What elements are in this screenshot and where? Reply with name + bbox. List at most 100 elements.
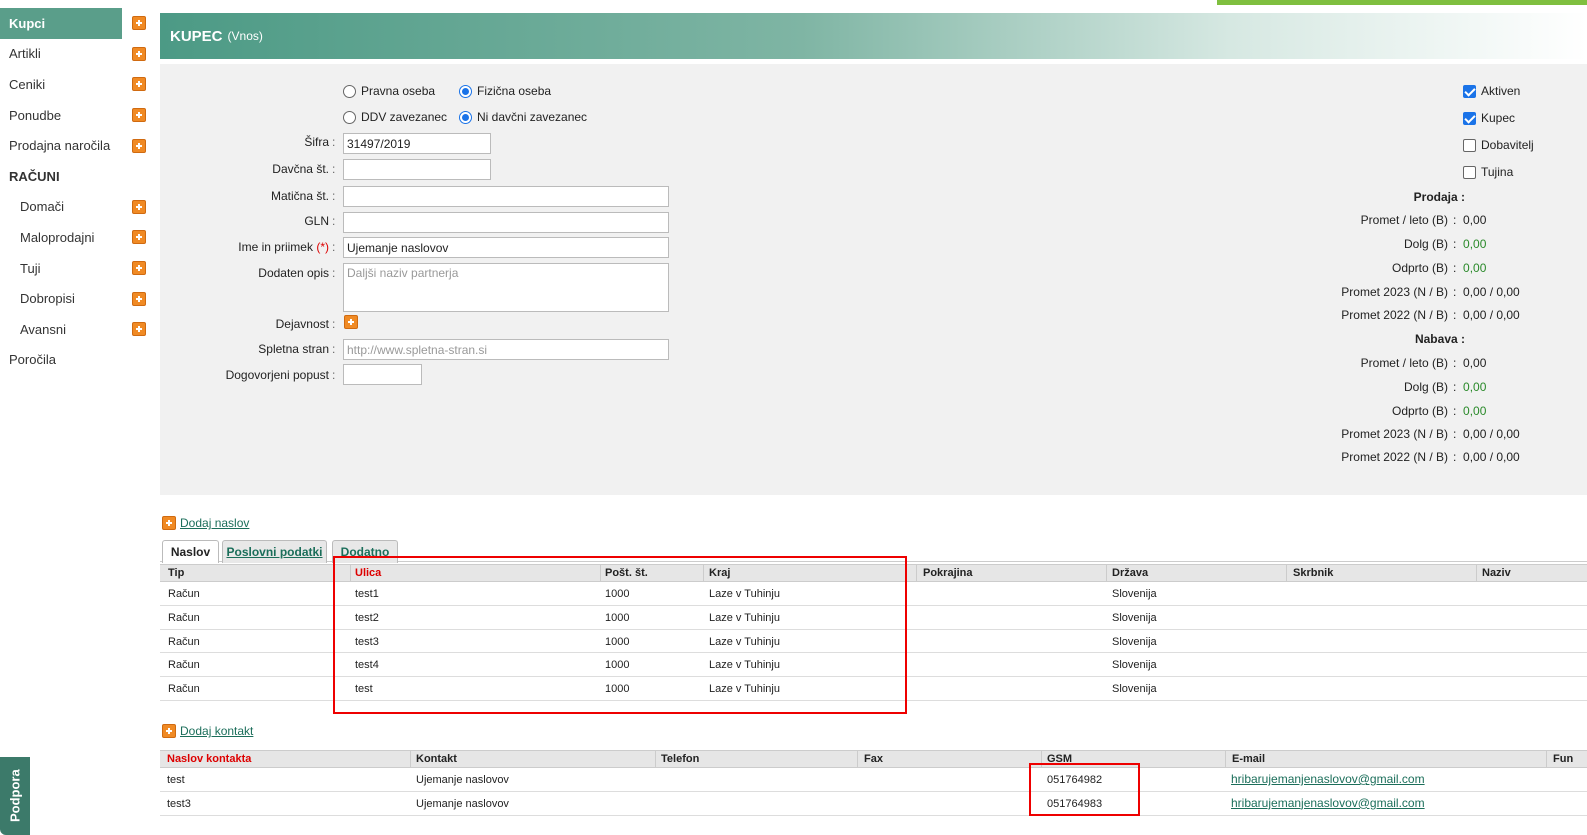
add-icon[interactable]: [132, 138, 146, 153]
sifra-input[interactable]: [343, 133, 491, 154]
column-header[interactable]: Država: [1112, 567, 1148, 579]
highlight-box-gsm: [1029, 763, 1140, 816]
add-address-action[interactable]: Dodaj naslov: [162, 516, 249, 530]
add-address-link[interactable]: Dodaj naslov: [180, 516, 249, 530]
stat-value-text: 0,00 / 0,00: [1463, 450, 1520, 464]
add-icon[interactable]: [162, 516, 176, 530]
add-activity-icon[interactable]: [344, 315, 358, 329]
checkbox-icon[interactable]: [1463, 111, 1476, 125]
table-row[interactable]: test3 Ujemanje naslovov 051764983 hribar…: [160, 792, 1587, 816]
sidebar-item-label: Avansni: [20, 321, 67, 337]
add-icon[interactable]: [132, 46, 146, 61]
add-icon[interactable]: [132, 230, 146, 245]
add-icon[interactable]: [132, 261, 146, 276]
add-icon[interactable]: [132, 16, 146, 31]
checkbox-icon[interactable]: [1463, 84, 1476, 98]
column-divider: [916, 565, 917, 581]
label-colon: :: [332, 317, 336, 331]
sidebar-item-kupci[interactable]: Kupci: [0, 8, 146, 39]
column-header[interactable]: Skrbnik: [1293, 567, 1333, 579]
sidebar-item-avansni[interactable]: Avansni: [0, 314, 152, 345]
sidebar-item-maloprodajni[interactable]: Maloprodajni: [0, 222, 152, 253]
opis-textarea[interactable]: [343, 263, 669, 312]
radio-non-vat-payer[interactable]: Ni davčni zavezanec: [459, 110, 587, 124]
sidebar-item-artikli[interactable]: Artikli: [0, 39, 152, 70]
column-header[interactable]: Naslov kontakta: [167, 753, 251, 765]
sidebar-item-porocila[interactable]: Poročila: [0, 345, 152, 376]
column-header[interactable]: Pokrajina: [923, 567, 973, 579]
sidebar-item-ponudbe[interactable]: Ponudbe: [0, 100, 152, 131]
column-header[interactable]: Fun: [1553, 753, 1573, 765]
popust-input[interactable]: [343, 364, 422, 385]
gln-label: GLN: [304, 214, 329, 228]
email-link[interactable]: hribarujemanjenaslovov@gmail.com: [1231, 772, 1425, 786]
cell-naslov-kontakta: test3: [167, 797, 191, 810]
ime-input[interactable]: [343, 237, 669, 258]
add-contact-link[interactable]: Dodaj kontakt: [180, 724, 253, 738]
sidebar-item-dobropisi[interactable]: Dobropisi: [0, 283, 152, 314]
column-header[interactable]: Kontakt: [416, 753, 457, 765]
radio-legal-person[interactable]: Pravna oseba: [343, 84, 435, 98]
radio-icon[interactable]: [459, 84, 472, 98]
checkbox-label: Dobavitelj: [1481, 138, 1534, 152]
stat-value-text: 0,00: [1463, 356, 1487, 370]
radio-label: DDV zavezanec: [361, 110, 448, 124]
column-header[interactable]: E-mail: [1232, 753, 1265, 765]
radio-vat-payer[interactable]: DDV zavezanec: [343, 110, 447, 124]
add-icon[interactable]: [132, 322, 146, 337]
column-divider: [1106, 565, 1107, 581]
checkbox-icon[interactable]: [1463, 165, 1476, 179]
add-icon[interactable]: [132, 108, 146, 123]
column-divider: [655, 751, 656, 767]
checkbox-icon[interactable]: [1463, 138, 1476, 152]
cell-drzava: Slovenija: [1112, 659, 1157, 672]
spletna-input[interactable]: [343, 339, 669, 360]
email-link[interactable]: hribarujemanjenaslovov@gmail.com: [1231, 796, 1425, 810]
sidebar-item-label: Artikli: [9, 46, 41, 62]
sidebar-item-domaci[interactable]: Domači: [0, 192, 152, 223]
add-contact-action[interactable]: Dodaj kontakt: [162, 724, 253, 738]
column-divider: [410, 751, 411, 767]
stat-value: : 0,00: [1453, 356, 1487, 370]
maticna-input[interactable]: [343, 186, 669, 207]
radio-icon[interactable]: [343, 84, 356, 98]
table-row[interactable]: test Ujemanje naslovov 051764982 hribaru…: [160, 768, 1587, 792]
sidebar-item-prodajna-narocila[interactable]: Prodajna naročila: [0, 130, 152, 161]
column-header[interactable]: Naziv: [1482, 567, 1511, 579]
cell-drzava: Slovenija: [1112, 611, 1157, 624]
stat-label: Dolg (B): [1403, 380, 1448, 394]
tab-poslovni-podatki[interactable]: Poslovni podatki: [222, 540, 327, 563]
support-tab[interactable]: Podpora: [0, 757, 30, 835]
column-header[interactable]: Fax: [864, 753, 883, 765]
stat-value: : 0,00 / 0,00: [1453, 450, 1520, 464]
column-header[interactable]: Telefon: [661, 753, 699, 765]
sidebar-section-racuni: RAČUNI: [9, 168, 60, 184]
sidebar-item-ceniki[interactable]: Ceniki: [0, 69, 152, 100]
stat-value-text: 0,00: [1463, 237, 1487, 251]
checkbox-tujina[interactable]: Tujina: [1463, 165, 1513, 179]
checkbox-kupec[interactable]: Kupec: [1463, 111, 1515, 125]
sidebar-item-label: Domači: [20, 199, 65, 215]
label-colon: :: [332, 214, 336, 228]
checkbox-label: Aktiven: [1481, 84, 1521, 98]
radio-icon[interactable]: [459, 110, 472, 124]
checkbox-aktiven[interactable]: Aktiven: [1463, 84, 1520, 98]
add-icon[interactable]: [132, 291, 146, 306]
radio-natural-person[interactable]: Fizična oseba: [459, 84, 551, 98]
add-icon[interactable]: [162, 724, 176, 738]
gln-input[interactable]: [343, 212, 669, 233]
sidebar-item-tuji[interactable]: Tuji: [0, 253, 152, 284]
column-header[interactable]: Tip: [168, 567, 184, 579]
stat-value: : 0,00: [1453, 261, 1487, 275]
tab-naslov[interactable]: Naslov: [162, 540, 219, 563]
add-icon[interactable]: [132, 77, 146, 92]
radio-icon[interactable]: [343, 110, 356, 124]
stat-label: Promet / leto (B): [1360, 356, 1448, 370]
davcna-input[interactable]: [343, 159, 491, 180]
cell-naslov-kontakta: test: [167, 774, 185, 786]
stat-value-text: 0,00 / 0,00: [1463, 427, 1520, 441]
add-icon[interactable]: [132, 199, 146, 214]
checkbox-dobavitelj[interactable]: Dobavitelj: [1463, 138, 1534, 152]
checkbox-label: Kupec: [1481, 111, 1516, 125]
sidebar-item-label: Kupci: [9, 15, 46, 31]
